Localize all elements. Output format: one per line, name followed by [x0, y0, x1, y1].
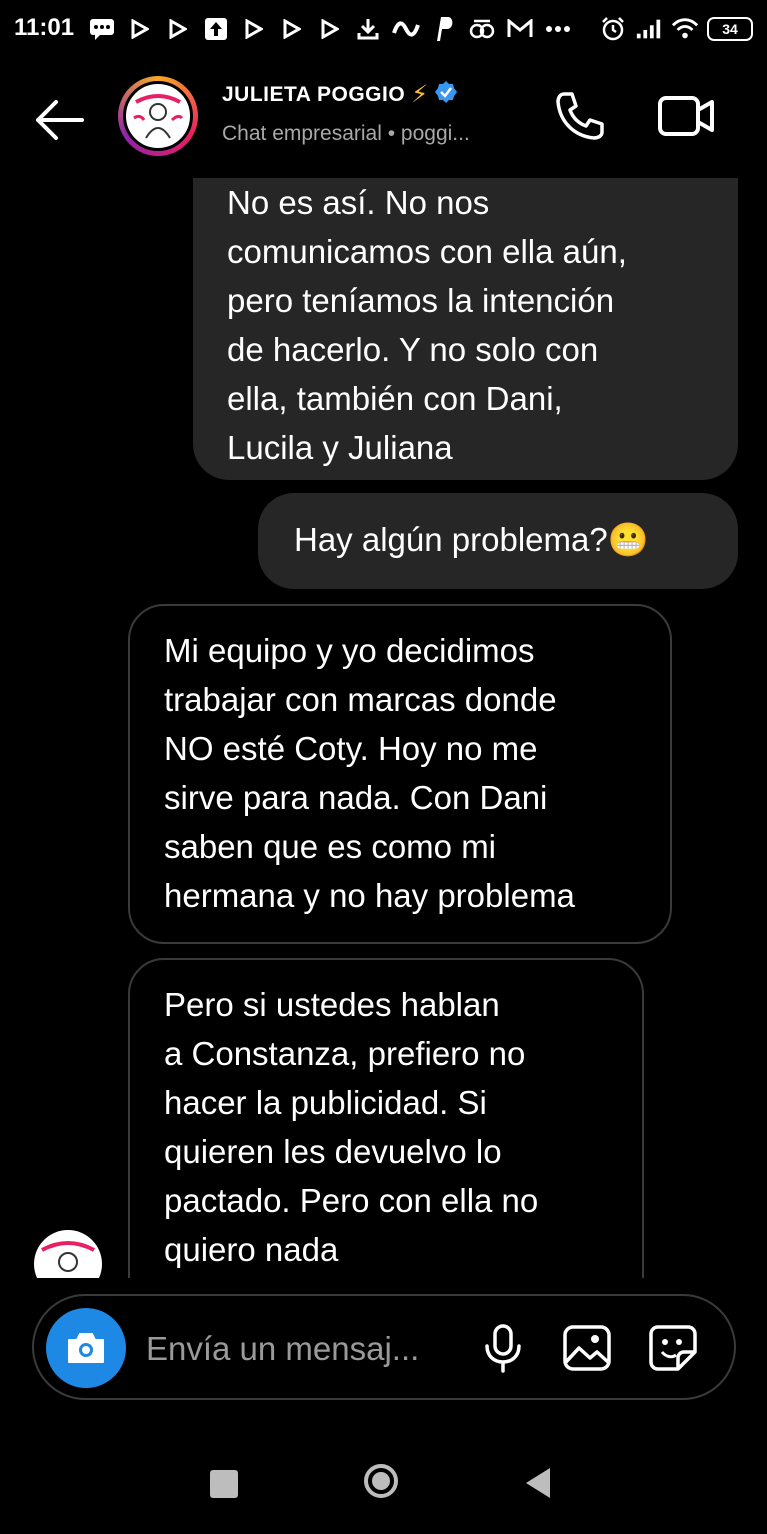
contact-avatar[interactable]	[118, 76, 198, 156]
battery-icon: 34	[707, 17, 753, 41]
message-bubble-received[interactable]: Pero si ustedes hablan a Constanza, pref…	[128, 958, 644, 1278]
status-bar: 11:01 34	[0, 0, 767, 60]
message-composer	[32, 1294, 736, 1400]
home-icon	[372, 1472, 390, 1490]
play-icon	[316, 15, 344, 43]
message-text-line: No es así. No nos	[227, 184, 490, 221]
system-nav-bar	[0, 1440, 767, 1534]
signal-icon	[635, 15, 663, 43]
verified-badge-icon	[434, 80, 458, 109]
message-text-line: pero teníamos la intención	[227, 282, 615, 319]
message-text-line: de hacerlo. Y no solo con	[227, 331, 599, 368]
play-icon	[126, 15, 154, 43]
home-button[interactable]	[364, 1464, 398, 1498]
alarm-icon	[599, 15, 627, 43]
message-text-line: comunicamos con ella aún,	[227, 233, 627, 270]
message-text-line: Pero si ustedes hablan	[164, 986, 500, 1023]
message-text-line: quiero nada	[164, 1231, 339, 1268]
camera-button[interactable]	[46, 1308, 126, 1388]
message-text-line: trabajar con marcas donde	[164, 681, 557, 718]
system-back-button[interactable]	[526, 1468, 550, 1498]
gallery-button[interactable]	[560, 1322, 614, 1374]
sticker-button[interactable]	[646, 1322, 700, 1374]
notification-icons	[88, 12, 572, 46]
contact-name: JULIETA POGGIO	[222, 82, 406, 106]
message-bubble-sent[interactable]: No es así. No nos comunicamos con ella a…	[193, 178, 738, 480]
voice-message-button[interactable]	[478, 1322, 528, 1374]
image-icon	[563, 1325, 611, 1371]
message-text-line: NO esté Coty. Hoy no me	[164, 730, 538, 767]
message-text-line: saben que es como mi	[164, 828, 497, 865]
contact-name-row[interactable]: JULIETA POGGIO ⚡	[222, 80, 458, 109]
lightning-emoji: ⚡	[411, 81, 429, 108]
video-call-button[interactable]	[656, 88, 716, 144]
video-camera-icon	[658, 96, 714, 136]
sticker-icon	[649, 1325, 697, 1371]
download-icon	[354, 15, 382, 43]
message-bubble-sent[interactable]: Hay algún problema?😬	[258, 493, 738, 589]
message-icon	[88, 15, 116, 43]
avatar-image	[123, 81, 193, 151]
message-thread[interactable]: No es así. No nos comunicamos con ella a…	[0, 178, 767, 1278]
contact-subtitle: Chat empresarial • poggi...	[222, 122, 470, 145]
message-text-line: sirve para nada. Con Dani	[164, 779, 548, 816]
gmail-icon	[506, 15, 534, 43]
wifi-icon	[671, 15, 699, 43]
recents-button[interactable]	[210, 1470, 238, 1498]
play-icon	[278, 15, 306, 43]
message-text-line: hermana y no hay problema	[164, 877, 575, 914]
message-text-line: Mi equipo y yo decidimos	[164, 632, 535, 669]
camera-icon	[68, 1333, 104, 1363]
paypal-icon	[430, 15, 458, 43]
microphone-icon	[485, 1324, 521, 1373]
play-icon	[240, 15, 268, 43]
message-text-line: hacer la publicidad. Si	[164, 1084, 487, 1121]
message-text-line: quieren les devuelvo lo	[164, 1133, 502, 1170]
message-text-line: Hay algún problema?😬	[294, 521, 649, 558]
message-bubble-received[interactable]: Mi equipo y yo decidimos trabajar con ma…	[128, 604, 672, 944]
voice-call-button[interactable]	[552, 88, 608, 144]
message-text-line: ella, también con Dani,	[227, 380, 563, 417]
status-time: 11:01	[14, 14, 75, 41]
oo-icon	[468, 15, 496, 43]
more-dots-icon	[544, 15, 572, 43]
message-text-line: Lucila y Juliana	[227, 429, 453, 466]
system-status-icons: 34	[599, 12, 753, 46]
battery-level: 34	[722, 21, 738, 37]
sender-avatar[interactable]	[34, 1230, 102, 1278]
message-text-line: pactado. Pero con ella no	[164, 1182, 539, 1219]
infinity-icon	[392, 15, 420, 43]
upload-icon	[202, 15, 230, 43]
play-icon	[164, 15, 192, 43]
chat-header: JULIETA POGGIO ⚡ Chat empresarial • pogg…	[0, 60, 767, 180]
message-text-line: a Constanza, prefiero no	[164, 1035, 526, 1072]
message-input[interactable]	[144, 1324, 468, 1374]
back-button[interactable]	[30, 90, 90, 150]
arrow-left-icon	[36, 100, 84, 140]
phone-icon	[556, 92, 604, 140]
